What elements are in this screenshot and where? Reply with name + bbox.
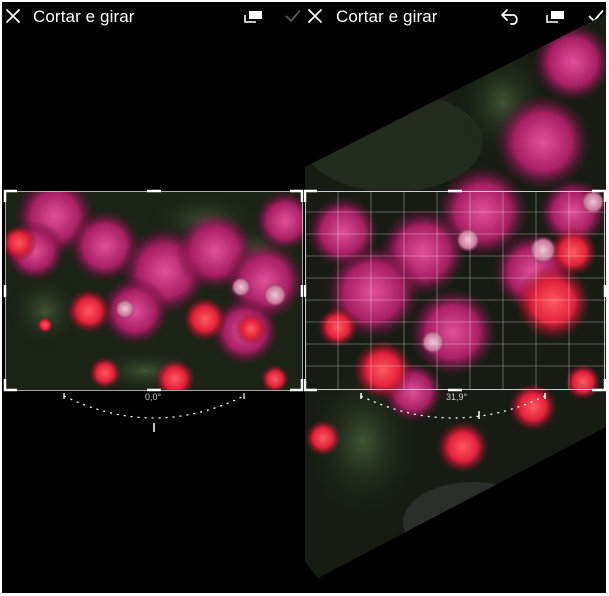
rotation-dial[interactable] (2, 2, 303, 593)
crop-rotate-panel-rotated: Cortar e girar 31,9° (303, 2, 606, 593)
rotation-angle-value: 0,0° (145, 392, 162, 402)
screenshot-frame: Cortar e girar 0,0° Cortar e girar 31,9° (2, 2, 606, 593)
rotation-dial[interactable] (303, 2, 606, 593)
crop-rotate-panel-straight: Cortar e girar 0,0° (2, 2, 303, 593)
rotation-angle-value: 31,9° (446, 392, 468, 402)
